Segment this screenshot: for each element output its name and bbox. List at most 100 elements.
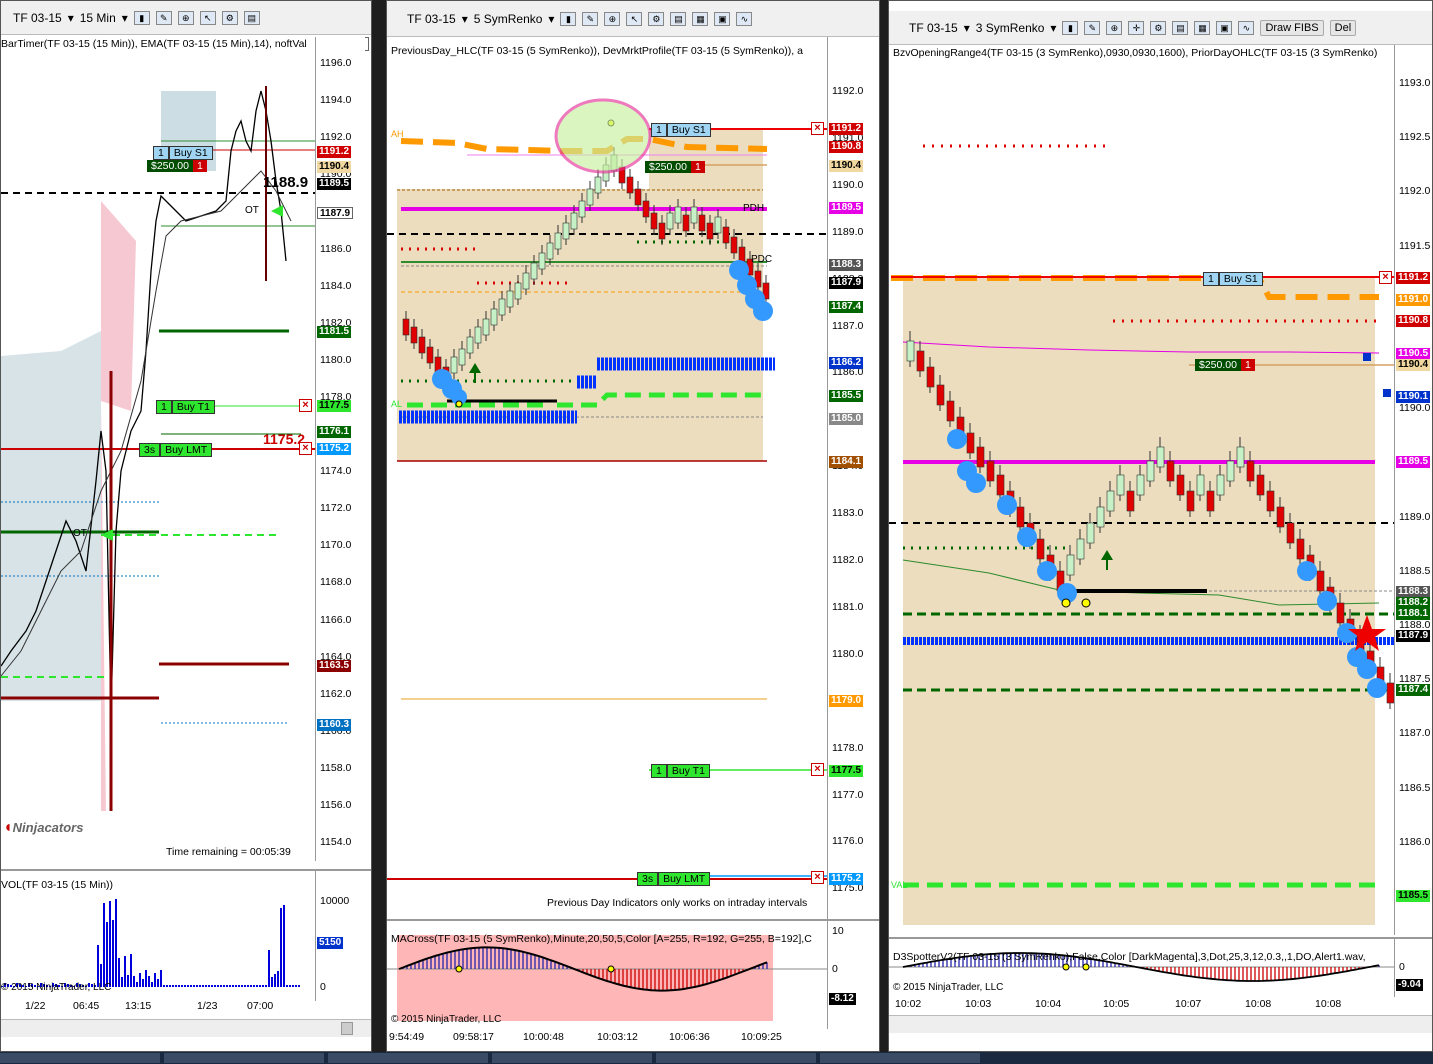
zoom-icon[interactable]: ⊕: [604, 11, 621, 26]
bar-type-icon[interactable]: ▮: [1062, 20, 1079, 35]
price-axis[interactable]: 1192.01191.01190.01189.01188.01187.01186…: [827, 37, 877, 919]
instrument-selector[interactable]: TF 03-15: [407, 12, 456, 26]
drawing-pencil-icon[interactable]: ✎: [582, 11, 599, 26]
drawing-pencil-icon[interactable]: ✎: [155, 10, 172, 25]
taskbar-item[interactable]: [328, 1053, 488, 1063]
macross-panel: MACross(TF 03-15 (5 SymRenko),Minute,20,…: [387, 919, 879, 1029]
indicator-icon[interactable]: ∿: [1238, 20, 1255, 35]
taskbar-item[interactable]: [820, 1053, 980, 1063]
cancel-order-icon[interactable]: ×: [811, 122, 824, 135]
drawing-pencil-icon[interactable]: ✎: [1084, 20, 1101, 35]
instrument-selector[interactable]: TF 03-15: [13, 11, 62, 25]
order-buy-lmt[interactable]: 3s Buy LMT: [637, 872, 711, 886]
chart-trader-icon[interactable]: ▤: [1172, 20, 1189, 35]
interval-selector[interactable]: 3 SymRenko: [976, 21, 1045, 35]
delete-button[interactable]: Del: [1329, 19, 1357, 36]
order-buy-t1[interactable]: 1 Buy T1: [651, 764, 710, 778]
renko-brick: [1166, 460, 1175, 482]
order-buy-lmt[interactable]: 3s Buy LMT: [139, 443, 213, 457]
renko-brick: [1136, 474, 1145, 496]
interval-selector[interactable]: 5 SymRenko: [474, 12, 543, 26]
properties-icon[interactable]: ⚙: [648, 11, 665, 26]
volume-bar: [127, 975, 129, 987]
taskbar-item[interactable]: [0, 1053, 160, 1063]
volume-bar: [166, 985, 168, 987]
horizontal-scrollbar[interactable]: [1, 1019, 371, 1037]
taskbar-item[interactable]: [492, 1053, 652, 1063]
horizontal-scrollbar[interactable]: [889, 1015, 1432, 1033]
zoom-icon[interactable]: ⊕: [177, 10, 194, 25]
chart-trader-icon[interactable]: ▤: [243, 10, 260, 25]
price-tick: 1194.0: [320, 94, 352, 107]
price-marker-tag: 1160.3: [317, 719, 352, 732]
renko-brick: [1066, 554, 1075, 576]
zoom-icon[interactable]: ⊕: [1106, 20, 1123, 35]
price-marker-tag: 1185.5: [1396, 890, 1431, 902]
price-tick: 1158.0: [320, 761, 352, 774]
interval-selector[interactable]: 15 Min: [80, 11, 116, 25]
renko-brick: [1156, 446, 1165, 468]
volume-bar: [133, 976, 135, 987]
cursor-icon[interactable]: ↖: [626, 11, 643, 26]
order-buy-s1[interactable]: 1 Buy S1: [1203, 272, 1263, 286]
taskbar-item[interactable]: [164, 1053, 324, 1063]
bar-type-icon[interactable]: ▮: [560, 11, 577, 26]
properties-icon[interactable]: ⚙: [1150, 20, 1167, 35]
volume-bar: [199, 985, 201, 987]
indicator-label: BarTimer(TF 03-15 (15 Min)), EMA(TF 03-1…: [1, 38, 307, 50]
time-remaining: Time remaining = 00:05:39: [166, 846, 291, 858]
renko-brick: [682, 214, 690, 232]
properties-icon[interactable]: ⚙: [221, 10, 238, 25]
dropdown-icon[interactable]: ▾: [548, 12, 554, 26]
taskbar-item[interactable]: [656, 1053, 816, 1063]
data-box-icon[interactable]: ▦: [692, 11, 709, 26]
renko-brick: [474, 326, 482, 344]
position-pnl: $250.00 1: [1195, 359, 1255, 372]
price-tick: 1189.0: [1399, 510, 1431, 523]
dropdown-icon[interactable]: ▾: [1050, 21, 1056, 35]
pdh-label: PDH: [743, 203, 765, 214]
previous-day-note: Previous Day Indicators only works on in…: [547, 897, 808, 909]
renko-brick: [966, 432, 975, 454]
cancel-order-icon[interactable]: ×: [811, 871, 824, 884]
dropdown-icon[interactable]: ▾: [122, 11, 128, 25]
renko-brick: [1226, 460, 1235, 482]
price-tick: 1187.0: [1399, 727, 1431, 740]
volume-bar: [157, 979, 159, 987]
cursor-icon[interactable]: ↖: [199, 10, 216, 25]
screenshot-icon[interactable]: ▣: [1216, 20, 1233, 35]
bar-type-icon[interactable]: ▮: [133, 10, 150, 25]
price-marker-tag: 1187.4: [1396, 684, 1431, 697]
data-box-icon[interactable]: ▦: [1194, 20, 1211, 35]
price-marker-tag: 1187.4: [829, 300, 864, 313]
draw-fibs-button[interactable]: Draw FIBS: [1260, 19, 1324, 36]
order-buy-s1[interactable]: 1 Buy S1: [153, 146, 213, 160]
dropdown-icon[interactable]: ▾: [964, 21, 970, 35]
renko-brick: [450, 356, 458, 374]
renko-brick: [1106, 490, 1115, 512]
price-axis[interactable]: 1196.01194.01192.01190.01188.01186.01184…: [315, 37, 365, 861]
order-buy-s1[interactable]: 1 Buy S1: [651, 123, 711, 137]
ninjacators-logo: ◖Ninjacators: [3, 819, 84, 836]
volume-bar: [217, 985, 219, 987]
cancel-order-icon[interactable]: ×: [299, 399, 312, 412]
dropdown-icon[interactable]: ▾: [68, 11, 74, 25]
chart-trader-icon[interactable]: ▤: [670, 11, 687, 26]
dropdown-icon[interactable]: ▾: [462, 12, 468, 26]
cancel-order-icon[interactable]: ×: [811, 763, 824, 776]
renko-brick: [1076, 538, 1085, 560]
cancel-order-icon[interactable]: ×: [299, 442, 312, 455]
cancel-order-icon[interactable]: ×: [1379, 271, 1392, 284]
screenshot-icon[interactable]: ▣: [714, 11, 731, 26]
crosshair-icon[interactable]: ✛: [1128, 20, 1145, 35]
renko-brick: [594, 176, 602, 194]
d3spotter-label: D3SpotterV2(TF 03-15 (3 SymRenko),False,…: [893, 951, 1366, 963]
renko-brick: [1186, 490, 1195, 512]
indicator-icon[interactable]: ∿: [736, 11, 753, 26]
price-axis[interactable]: 1193.01192.51192.01191.51191.01190.51190…: [1394, 45, 1432, 935]
order-buy-t1[interactable]: 1 Buy T1: [156, 400, 215, 414]
price-tick: 1186.0: [1399, 835, 1431, 848]
price-tick: 1178.0: [832, 741, 864, 754]
instrument-selector[interactable]: TF 03-15: [909, 21, 958, 35]
volume-bar: [277, 971, 279, 987]
